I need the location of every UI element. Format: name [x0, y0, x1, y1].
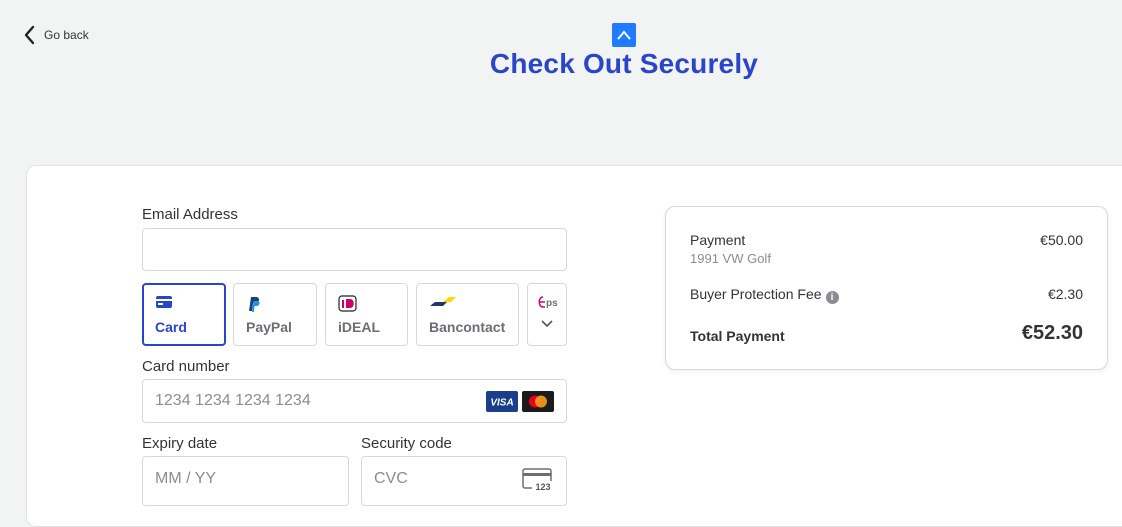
go-back-link[interactable]: Go back [22, 24, 89, 46]
fee-amount: €2.30 [1047, 286, 1083, 302]
payment-method-bancontact[interactable]: Bancontact [416, 283, 519, 346]
card-brand-logos: VISA [486, 391, 554, 412]
fee-label: Buyer Protection Fee [690, 286, 822, 302]
payment-method-paypal[interactable]: PayPal [233, 283, 317, 346]
total-row: Total Payment €52.30 [690, 322, 1083, 344]
bancontact-icon [430, 297, 456, 306]
go-back-label: Go back [44, 28, 89, 42]
paypal-icon [249, 297, 260, 312]
payment-method-label: PayPal [246, 319, 292, 335]
card-number-field: VISA [142, 379, 567, 423]
total-label: Total Payment [690, 328, 785, 344]
cvc-card-icon: 123 [522, 468, 554, 492]
expiry-field [142, 456, 349, 506]
payment-method-card[interactable]: Card [142, 283, 226, 346]
expiry-label: Expiry date [142, 435, 218, 452]
card-number-label: Card number [142, 358, 230, 375]
ideal-icon [338, 295, 357, 312]
mastercard-icon [522, 391, 554, 412]
security-code-field: 123 [361, 456, 567, 506]
chevron-up-icon [617, 30, 631, 40]
email-label: Email Address [142, 206, 238, 223]
email-input[interactable] [143, 229, 566, 270]
expiry-input[interactable] [143, 457, 348, 501]
payment-method-label: Card [155, 319, 187, 335]
info-icon[interactable]: i [825, 291, 839, 304]
brand-logo [612, 23, 636, 47]
total-amount: €52.30 [1021, 322, 1083, 344]
payment-method-more[interactable]: ps [527, 283, 567, 346]
svg-text:ps: ps [546, 298, 558, 309]
eps-icon: ps [538, 296, 558, 309]
visa-icon: VISA [486, 391, 518, 412]
fee-row: Buyer Protection Fee i €2.30 [690, 286, 1083, 304]
email-field [142, 228, 567, 271]
chevron-down-icon [541, 320, 553, 328]
svg-text:VISA: VISA [490, 398, 513, 409]
payment-method-label: Bancontact [429, 319, 506, 335]
security-code-label: Security code [361, 435, 452, 452]
payment-method-ideal[interactable]: iDEAL [325, 283, 408, 346]
payment-row: Payment 1991 VW Golf €50.00 [690, 232, 1083, 266]
order-summary: Payment 1991 VW Golf €50.00 Buyer Protec… [665, 206, 1108, 370]
chevron-left-icon [24, 25, 35, 45]
payment-item-name: 1991 VW Golf [690, 251, 771, 266]
payment-amount: €50.00 [1040, 232, 1083, 248]
payment-method-label: iDEAL [338, 319, 380, 335]
payment-label: Payment [690, 232, 746, 248]
page-title: Check Out Securely [489, 48, 759, 79]
svg-text:123: 123 [535, 482, 550, 492]
card-icon [156, 296, 172, 308]
